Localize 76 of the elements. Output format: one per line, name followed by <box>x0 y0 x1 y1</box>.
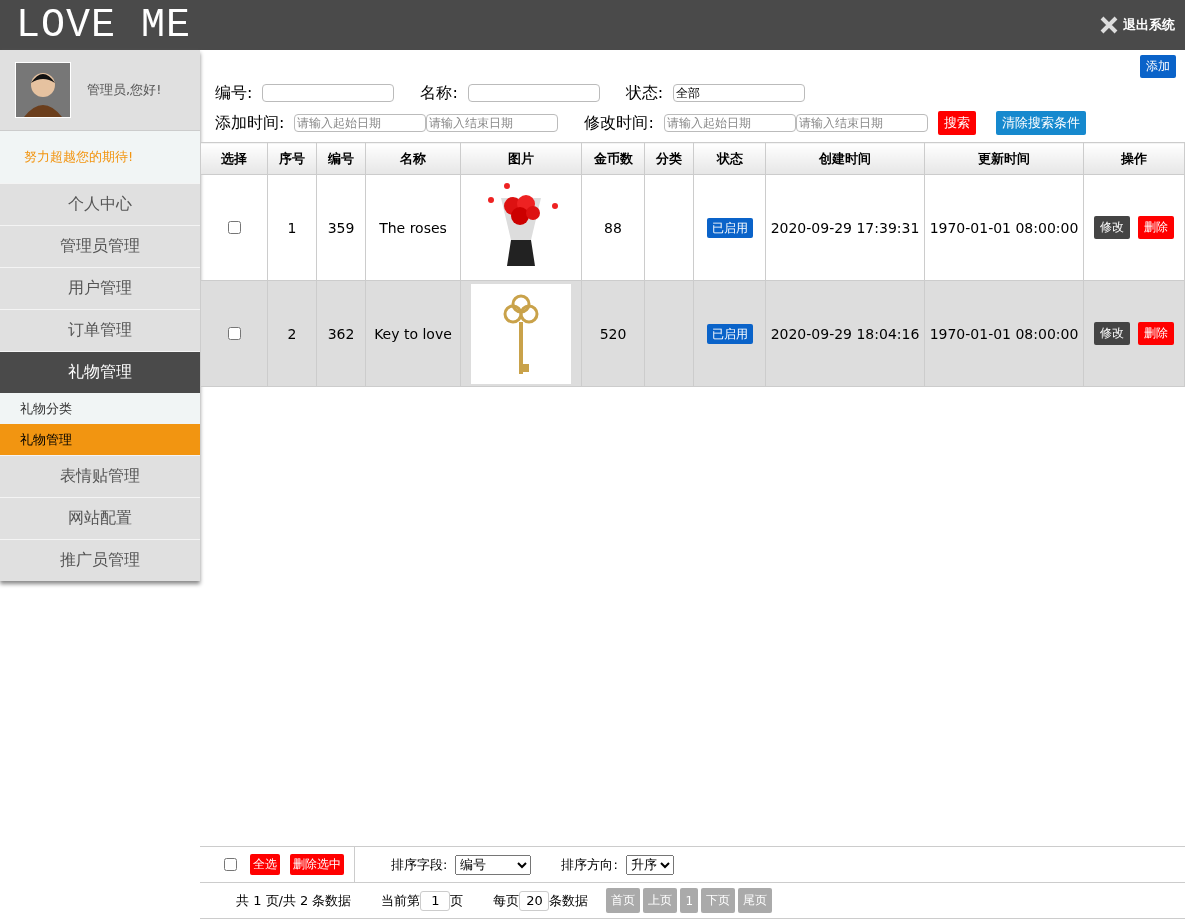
menu-item[interactable]: 订单管理 <box>0 309 200 351</box>
id-field[interactable] <box>262 84 395 102</box>
app-logo: LOVE ME <box>16 2 192 48</box>
delete-button[interactable]: 删除 <box>1138 216 1175 239</box>
table-cell: 2020-09-29 17:39:31 <box>765 174 925 281</box>
page-size-label: 每页 <box>493 891 520 910</box>
row-checkbox[interactable] <box>228 221 241 234</box>
page-summary: 共 1 页/共 2 条数据 <box>236 891 352 910</box>
row-checkbox[interactable] <box>228 327 241 340</box>
column-header: 名称 <box>365 142 461 175</box>
menu-item[interactable]: 个人中心 <box>0 183 200 225</box>
column-header: 选择 <box>200 142 268 175</box>
delete-button[interactable]: 删除 <box>1138 322 1175 345</box>
column-header: 分类 <box>644 142 694 175</box>
clear-button[interactable]: 清除搜索条件 <box>995 111 1086 135</box>
submenu-item[interactable]: 礼物管理 <box>0 424 200 455</box>
name-field[interactable] <box>467 84 600 102</box>
status-badge: 已启用 <box>706 217 753 238</box>
column-header: 创建时间 <box>765 142 925 175</box>
menu-item[interactable]: 表情贴管理 <box>0 455 200 497</box>
column-header: 编号 <box>316 142 366 175</box>
table-cell: 359 <box>316 174 366 281</box>
motto-text: 努力超越您的期待! <box>0 131 200 183</box>
page-size-field[interactable]: 20 <box>519 890 550 911</box>
close-icon <box>1099 15 1119 35</box>
menu-item[interactable]: 礼物管理 <box>0 351 200 393</box>
field-label: 添加时间: <box>215 112 285 134</box>
table-cell: 2 <box>267 280 317 387</box>
date-field[interactable]: 请输入结束日期 <box>795 114 928 132</box>
logout-button[interactable]: 退出系统 <box>1099 15 1175 35</box>
date-field[interactable]: 请输入起始日期 <box>294 114 427 132</box>
current-page-field[interactable]: 1 <box>420 890 451 911</box>
table-cell: 520 <box>581 280 645 387</box>
greeting-text: 管理员,您好! <box>87 81 162 99</box>
table-cell: Key to love <box>365 280 461 387</box>
column-header: 图片 <box>460 142 582 175</box>
table-cell: 2020-09-29 18:04:16 <box>765 280 925 387</box>
field-label: 修改时间: <box>584 112 654 134</box>
current-page-label: 当前第 <box>381 891 421 910</box>
table-cell: 1970-01-01 08:00:00 <box>924 174 1084 281</box>
table-cell: 362 <box>316 280 366 387</box>
edit-button[interactable]: 修改 <box>1093 322 1130 345</box>
field-label: 状态: <box>625 82 664 104</box>
column-header: 状态 <box>693 142 766 175</box>
sort-field-label: 排序字段: <box>391 855 448 874</box>
sort-direction-select[interactable]: 升序 <box>625 854 674 875</box>
table-cell: 88 <box>581 174 645 281</box>
column-header: 序号 <box>267 142 317 175</box>
column-header: 金币数 <box>581 142 645 175</box>
add-button[interactable]: 添加 <box>1140 55 1176 78</box>
select-all-button[interactable]: 全选 <box>250 854 280 875</box>
sort-field-select[interactable]: 编号 <box>455 854 532 875</box>
select-all-checkbox[interactable] <box>224 858 237 871</box>
date-field[interactable]: 请输入结束日期 <box>426 114 559 132</box>
edit-button[interactable]: 修改 <box>1093 216 1130 239</box>
menu-item[interactable]: 管理员管理 <box>0 225 200 267</box>
column-header: 更新时间 <box>924 142 1084 175</box>
status-field[interactable]: 全部 <box>673 84 806 102</box>
menu-item[interactable]: 网站配置 <box>0 497 200 539</box>
page-size-label: 条数据 <box>549 891 589 910</box>
column-header: 操作 <box>1083 142 1185 175</box>
submenu-item[interactable]: 礼物分类 <box>0 393 200 424</box>
menu-item[interactable]: 推广员管理 <box>0 539 200 581</box>
field-label: 编号: <box>215 82 253 104</box>
search-button[interactable]: 搜索 <box>937 111 976 135</box>
status-badge: 已启用 <box>706 323 753 344</box>
avatar <box>15 62 71 118</box>
sort-direction-label: 排序方向: <box>561 855 618 874</box>
table-cell: The roses <box>365 174 461 281</box>
date-field[interactable]: 请输入起始日期 <box>663 114 796 132</box>
menu-item[interactable]: 用户管理 <box>0 267 200 309</box>
field-label: 名称: <box>420 82 458 104</box>
table-cell: 1 <box>267 174 317 281</box>
table-cell: 1970-01-01 08:00:00 <box>924 280 1084 387</box>
delete-selected-button[interactable]: 删除选中 <box>290 854 344 875</box>
current-page-label: 页 <box>450 891 464 910</box>
